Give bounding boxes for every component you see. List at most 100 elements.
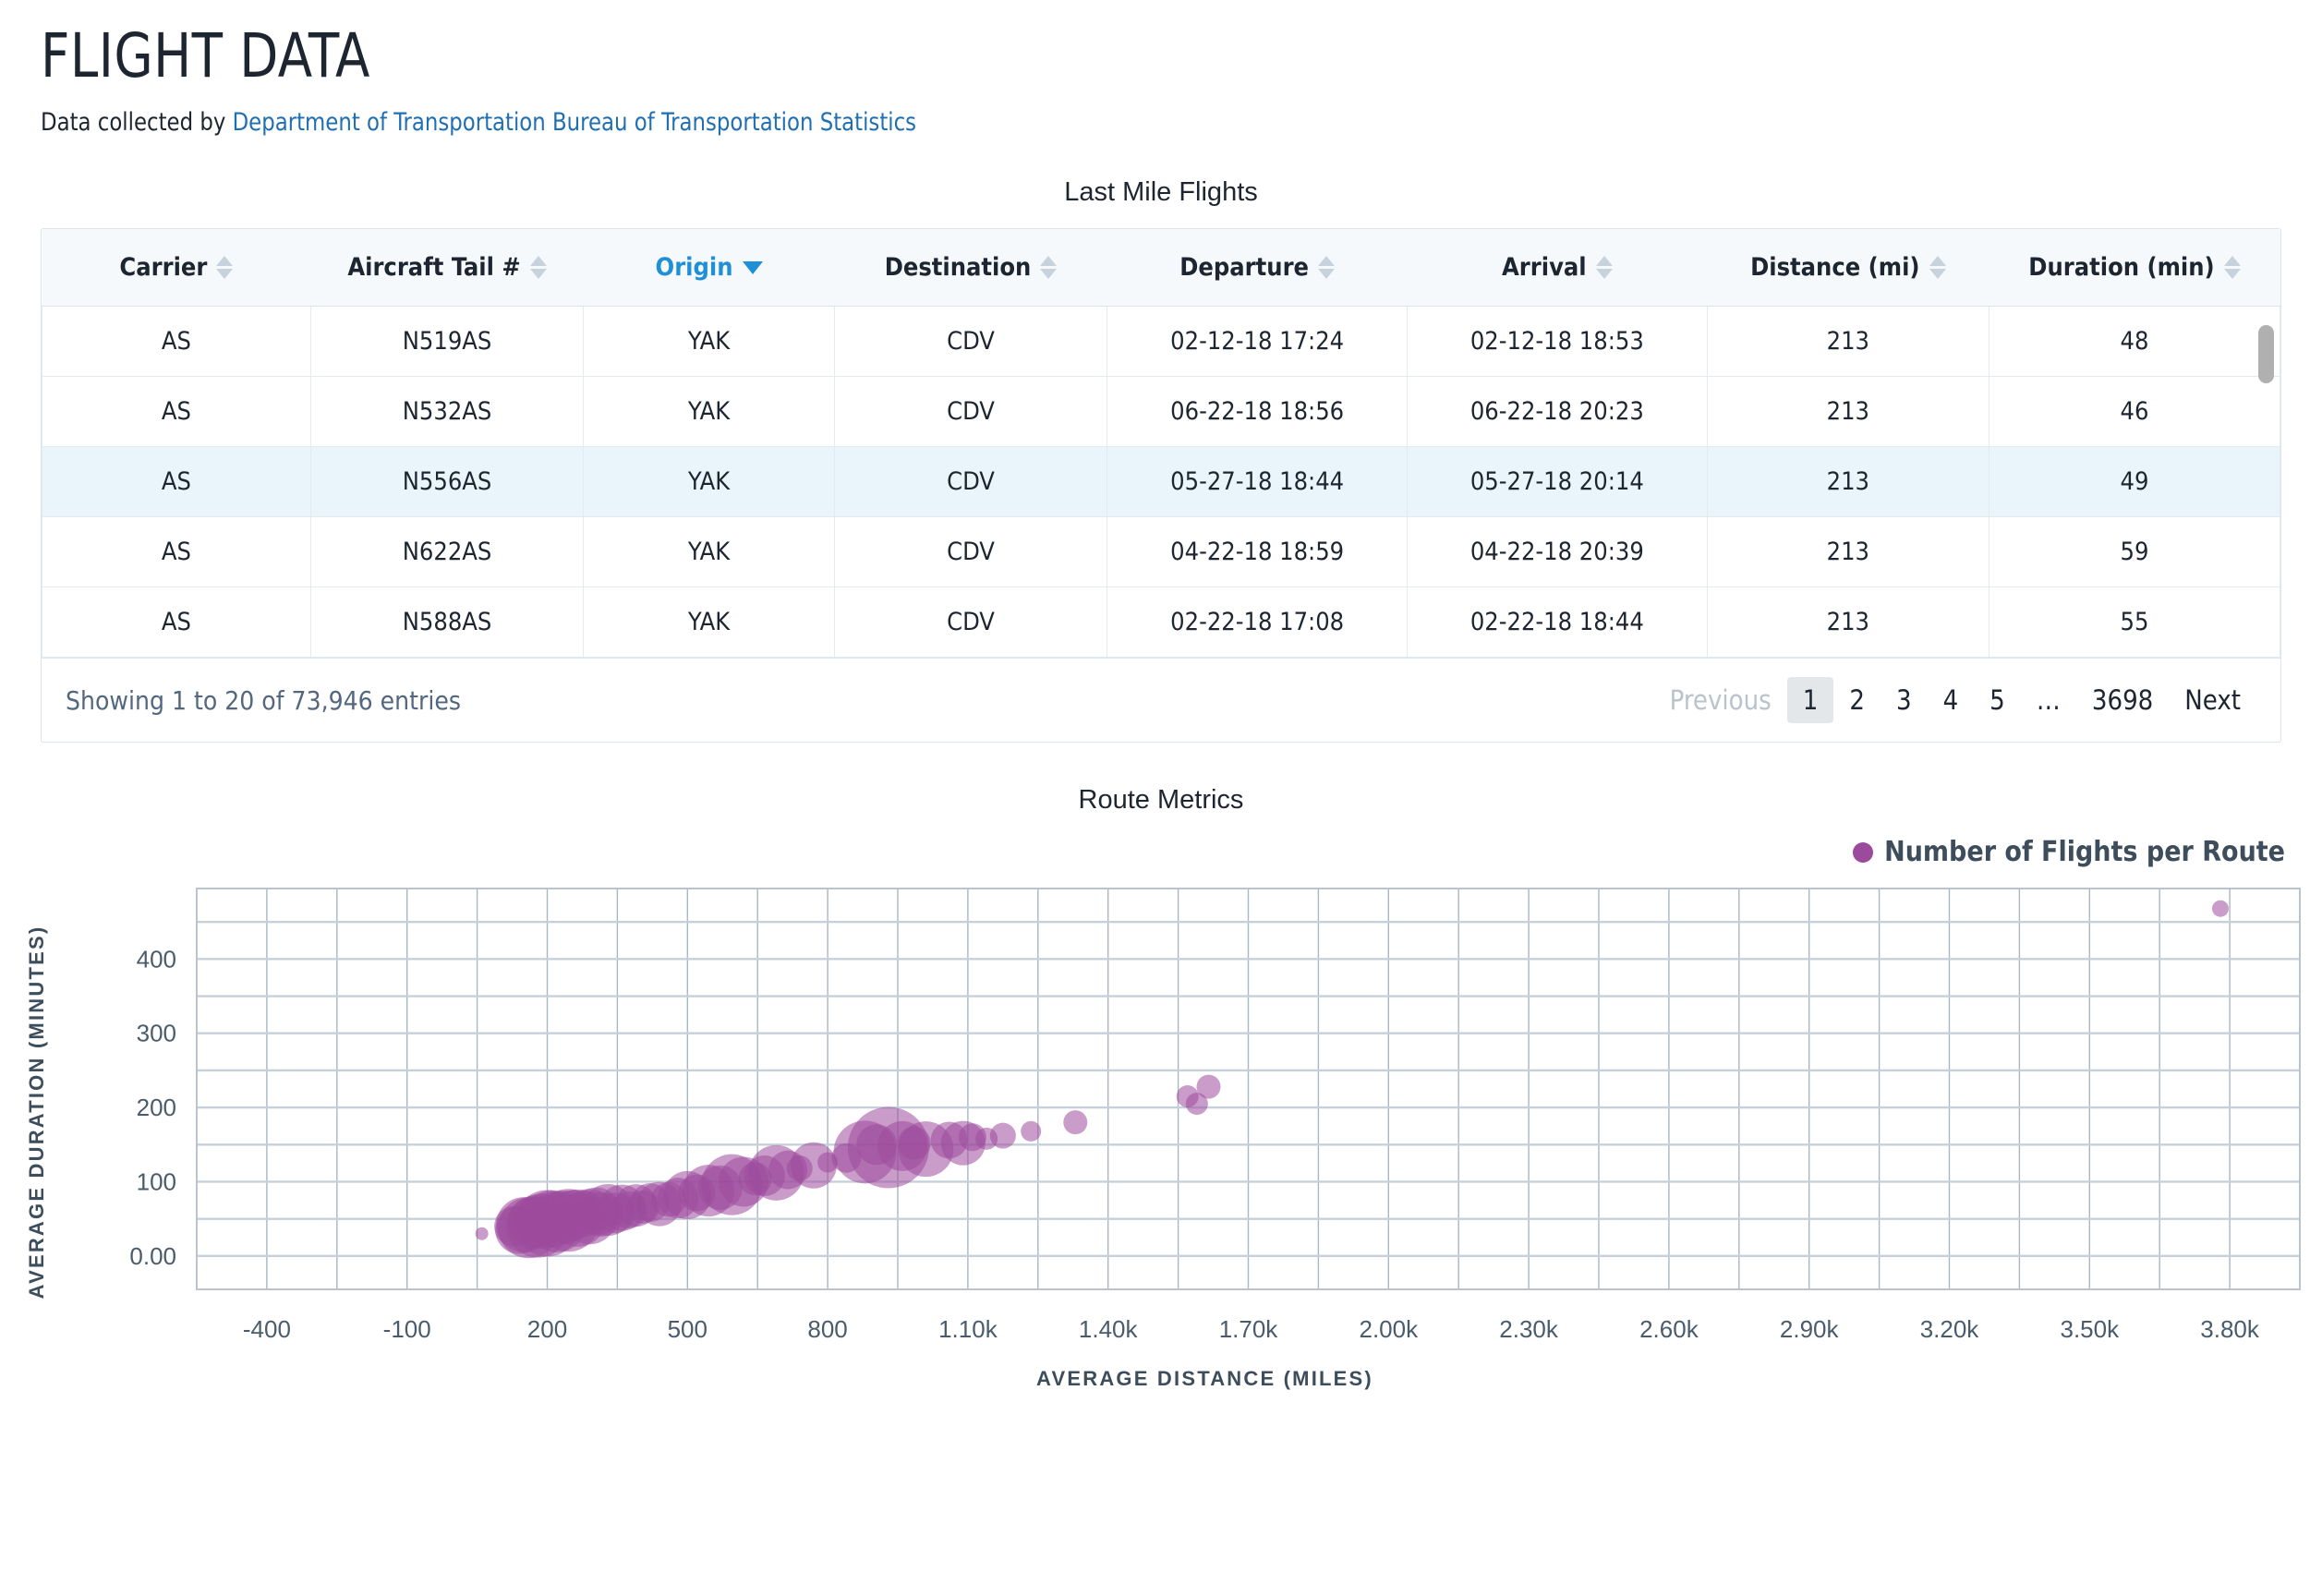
cell-distance: 213 [1706, 446, 1989, 518]
table-row[interactable]: AS N519AS YAK CDV 02-12-18 17:24 02-12-1… [42, 306, 2281, 378]
cell-destination: CDV [833, 446, 1108, 518]
pagination-page-2[interactable]: 2 [1833, 677, 1881, 723]
legend-marker-icon [1853, 841, 1874, 863]
column-header-origin[interactable]: Origin [583, 229, 835, 308]
svg-text:300: 300 [137, 1020, 176, 1047]
cell-origin: YAK [583, 586, 835, 659]
svg-text:500: 500 [668, 1315, 707, 1343]
cell-carrier: AS [42, 306, 311, 378]
svg-text:-100: -100 [383, 1315, 431, 1343]
cell-origin: YAK [583, 306, 835, 378]
pagination-previous[interactable]: Previous [1654, 677, 1787, 723]
table-row[interactable]: AS N556AS YAK CDV 05-27-18 18:44 05-27-1… [42, 446, 2281, 518]
column-header-arrival[interactable]: Arrival [1407, 229, 1708, 308]
pagination-page-4[interactable]: 4 [1928, 677, 1975, 723]
svg-text:2.30k: 2.30k [1499, 1315, 1559, 1343]
sort-toggle-icon[interactable] [1929, 256, 1946, 280]
cell-distance: 213 [1706, 306, 1989, 378]
sort-toggle-icon[interactable] [529, 256, 547, 280]
svg-text:400: 400 [137, 946, 176, 973]
cell-departure: 02-22-18 17:08 [1107, 586, 1408, 659]
column-header-departure[interactable]: Departure [1107, 229, 1408, 308]
cell-arrival: 02-12-18 18:53 [1406, 306, 1708, 378]
svg-text:200: 200 [137, 1094, 176, 1121]
cell-distance: 213 [1706, 516, 1989, 588]
svg-text:2.00k: 2.00k [1359, 1315, 1419, 1343]
cell-duration: 49 [1988, 446, 2281, 518]
subtitle-prefix: Data collected by [41, 108, 233, 138]
cell-origin: YAK [583, 376, 835, 448]
cell-distance: 213 [1706, 586, 1989, 659]
cell-arrival: 05-27-18 20:14 [1406, 446, 1708, 518]
column-header-destination[interactable]: Destination [834, 229, 1107, 308]
svg-text:3.50k: 3.50k [2060, 1315, 2120, 1343]
pagination: Previous 1 2 3 4 5 … 3698 Next [1654, 677, 2256, 724]
page-title: FLIGHT DATA [41, 20, 370, 91]
cell-duration: 55 [1988, 586, 2281, 659]
cell-carrier: AS [42, 446, 311, 518]
cell-carrier: AS [42, 516, 311, 588]
pagination-page-last[interactable]: 3698 [2076, 677, 2169, 723]
scatter-plot-svg[interactable]: 0.00 100 200 300 400 -400 -100 200 500 800 1.10k 1.… [0, 881, 2322, 1343]
svg-text:0.00: 0.00 [129, 1242, 176, 1270]
pagination-page-3[interactable]: 3 [1881, 677, 1928, 723]
table-row[interactable]: AS N588AS YAK CDV 02-22-18 17:08 02-22-1… [42, 586, 2281, 659]
cell-departure: 06-22-18 18:56 [1107, 376, 1408, 448]
cell-carrier: AS [42, 586, 311, 659]
sort-toggle-icon[interactable] [1595, 256, 1613, 280]
cell-aircraft-tail: N588AS [309, 586, 585, 659]
column-header-carrier[interactable]: Carrier [42, 229, 311, 308]
entries-summary: Showing 1 to 20 of 73,946 entries [66, 684, 461, 716]
pagination-next[interactable]: Next [2169, 677, 2256, 723]
sort-toggle-icon[interactable] [216, 256, 234, 280]
column-label: Carrier [119, 253, 208, 283]
sort-toggle-icon[interactable] [2223, 256, 2241, 280]
svg-text:3.20k: 3.20k [1920, 1315, 1980, 1343]
svg-text:1.10k: 1.10k [938, 1315, 998, 1343]
svg-text:2.60k: 2.60k [1639, 1315, 1699, 1343]
svg-text:100: 100 [137, 1168, 176, 1196]
cell-origin: YAK [583, 446, 835, 518]
data-source-link[interactable]: Department of Transportation Bureau of T… [233, 108, 916, 137]
column-header-distance[interactable]: Distance (mi) [1707, 229, 1989, 308]
column-label: Departure [1179, 253, 1310, 283]
svg-text:1.70k: 1.70k [1219, 1315, 1279, 1343]
cell-destination: CDV [833, 516, 1108, 588]
cell-departure: 04-22-18 18:59 [1107, 516, 1408, 588]
sort-toggle-icon[interactable] [1040, 256, 1058, 280]
scatter-plot[interactable]: AVERAGE DURATION (MINUTES) 0.00 100 200 300… [0, 881, 2322, 1343]
cell-origin: YAK [583, 516, 835, 588]
svg-text:2.90k: 2.90k [1780, 1315, 1840, 1343]
column-label: Arrival [1502, 253, 1587, 283]
chart-legend: Number of Flights per Route [0, 836, 2322, 868]
pagination-page-1[interactable]: 1 [1786, 677, 1834, 724]
cell-duration: 48 [1988, 306, 2281, 378]
sort-toggle-icon[interactable] [1318, 256, 1336, 280]
svg-text:200: 200 [527, 1315, 567, 1343]
cell-departure: 02-12-18 17:24 [1107, 306, 1408, 378]
svg-text:3.80k: 3.80k [2200, 1315, 2260, 1343]
page-header: FLIGHT DATA Data collected by Department… [0, 0, 2322, 138]
table-title: Last Mile Flights [1064, 177, 1258, 208]
table-scrollbar-thumb[interactable] [2258, 325, 2274, 384]
cell-arrival: 04-22-18 20:39 [1406, 516, 1708, 588]
table-row[interactable]: AS N532AS YAK CDV 06-22-18 18:56 06-22-1… [42, 376, 2281, 448]
cell-distance: 213 [1706, 376, 1989, 448]
table-scrollbar[interactable] [2258, 325, 2274, 695]
flights-table-container: Carrier Aircraft Tail # Origin Destinati… [41, 228, 2281, 744]
svg-text:1.40k: 1.40k [1079, 1315, 1139, 1343]
table-footer: Showing 1 to 20 of 73,946 entries Previo… [42, 658, 2280, 742]
column-header-aircraft-tail[interactable]: Aircraft Tail # [310, 229, 584, 308]
column-label: Distance (mi) [1750, 253, 1920, 283]
pagination-page-5[interactable]: 5 [1974, 677, 2021, 723]
page-subtitle: Data collected by Department of Transpor… [41, 108, 2185, 137]
svg-text:800: 800 [807, 1315, 847, 1343]
column-label: Destination [884, 253, 1032, 283]
table-row[interactable]: AS N622AS YAK CDV 04-22-18 18:59 04-22-1… [42, 516, 2281, 588]
column-header-duration[interactable]: Duration (min) [1989, 229, 2280, 308]
cell-arrival: 06-22-18 20:23 [1406, 376, 1708, 448]
column-label: Duration (min) [2028, 253, 2215, 283]
cell-arrival: 02-22-18 18:44 [1406, 586, 1708, 659]
flights-table: Carrier Aircraft Tail # Origin Destinati… [42, 229, 2281, 659]
sort-descending-icon[interactable] [742, 260, 763, 274]
